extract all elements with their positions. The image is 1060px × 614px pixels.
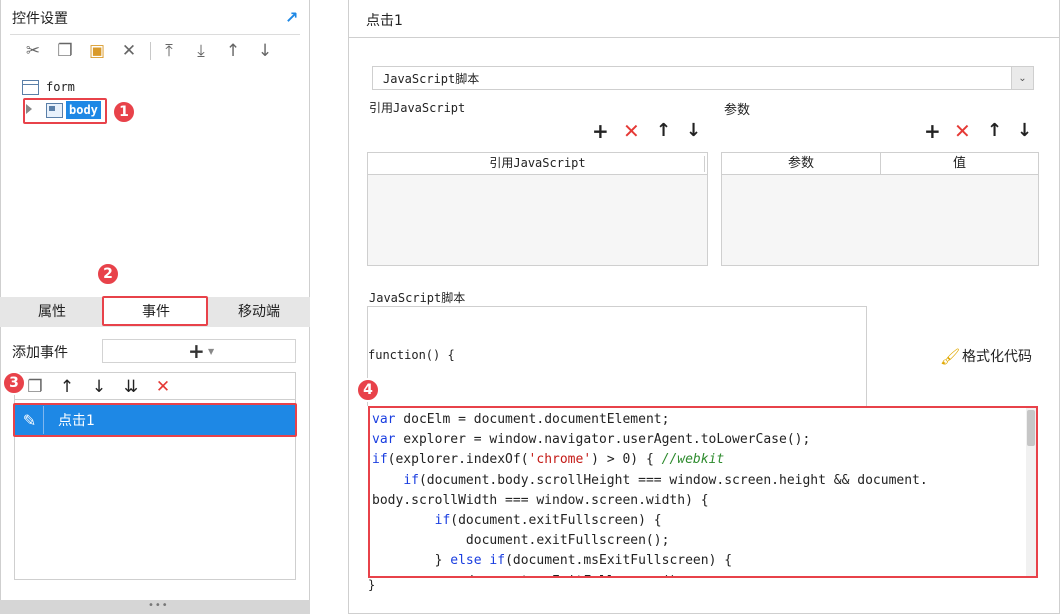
move-down-icon[interactable]: ↓ (88, 376, 110, 398)
move-top-icon[interactable]: ⤒ (158, 40, 180, 62)
sort-down-icon[interactable]: ⇊ (120, 376, 142, 398)
params-section-label: 参数 (724, 103, 751, 118)
delete-icon[interactable]: ✕ (118, 40, 140, 62)
expand-caret-icon[interactable] (26, 104, 32, 114)
expand-arrow-icon[interactable]: ↗ (285, 8, 301, 27)
column-divider (704, 156, 705, 172)
move-down-icon[interactable]: ↓ (254, 40, 276, 62)
code-editor[interactable]: var docElm = document.documentElement; v… (368, 406, 1038, 578)
tab-events[interactable]: 事件 (104, 297, 208, 327)
ref-js-section-label: 引用JavaScript (369, 101, 466, 115)
step-badge-3: 3 (2, 371, 26, 395)
param-column-header: 参数 (722, 153, 880, 175)
scrollbar-thumb[interactable] (1027, 410, 1035, 446)
move-up-icon[interactable]: ↑ (56, 376, 78, 398)
delete-event-icon[interactable]: ✕ (152, 376, 174, 398)
copy-event-icon[interactable]: ❐ (24, 376, 46, 398)
plus-icon: + (188, 339, 205, 363)
brush-icon: 🖌 (940, 347, 961, 366)
delete-ref-icon[interactable]: ✕ (623, 120, 640, 142)
value-column-header: 值 (880, 153, 1038, 175)
move-up-icon[interactable]: ↑ (656, 120, 671, 142)
move-down-icon[interactable]: ↓ (1017, 120, 1032, 142)
format-code-label: 格式化代码 (962, 349, 1032, 365)
chevron-down-icon: ▼ (208, 347, 215, 356)
move-bottom-icon[interactable]: ⤓ (190, 40, 212, 62)
code-content[interactable]: var docElm = document.documentElement; v… (372, 410, 928, 576)
function-signature: function() { (368, 348, 455, 362)
divider (14, 399, 296, 400)
add-event-label: 添加事件 (12, 345, 68, 361)
tab-mobile[interactable]: 移动端 (208, 297, 310, 327)
function-closing-brace: } (368, 578, 376, 592)
step-badge-1: 1 (112, 100, 136, 124)
script-section-label: JavaScript脚本 (369, 291, 466, 305)
step-badge-2: 2 (96, 262, 120, 286)
tab-properties[interactable]: 属性 (0, 297, 104, 327)
add-ref-icon[interactable]: + (592, 120, 609, 142)
copy-icon[interactable]: ❐ (54, 40, 76, 62)
tree-item-body[interactable]: body (66, 101, 101, 119)
ref-js-column-header: 引用JavaScript (368, 153, 707, 175)
grip-icon[interactable]: ••• (148, 600, 169, 611)
editor-header (348, 0, 1060, 38)
divider (10, 34, 300, 35)
add-event-dropdown[interactable]: + ▼ (102, 339, 296, 363)
paste-icon[interactable]: ▣ (86, 40, 108, 62)
step-badge-4: 4 (356, 378, 380, 402)
cut-icon[interactable]: ✂ (22, 40, 44, 62)
tree-item-form[interactable]: form (46, 80, 75, 94)
move-up-icon[interactable]: ↑ (222, 40, 244, 62)
body-icon (46, 103, 63, 118)
editor-title: 点击1 (366, 13, 403, 29)
toolbar-divider (150, 42, 151, 60)
form-icon (22, 80, 39, 95)
move-down-icon[interactable]: ↓ (686, 120, 701, 142)
format-code-button[interactable]: 🖌 格式化代码 (940, 346, 1032, 366)
script-type-select[interactable]: JavaScript脚本 ⌄ (372, 66, 1034, 90)
add-param-icon[interactable]: + (924, 120, 941, 142)
move-up-icon[interactable]: ↑ (987, 120, 1002, 142)
event-row-highlight (13, 403, 297, 437)
panel-title: 控件设置 (12, 11, 68, 27)
delete-param-icon[interactable]: ✕ (954, 120, 971, 142)
chevron-down-icon[interactable]: ⌄ (1011, 67, 1033, 89)
script-type-value: JavaScript脚本 (383, 72, 480, 86)
